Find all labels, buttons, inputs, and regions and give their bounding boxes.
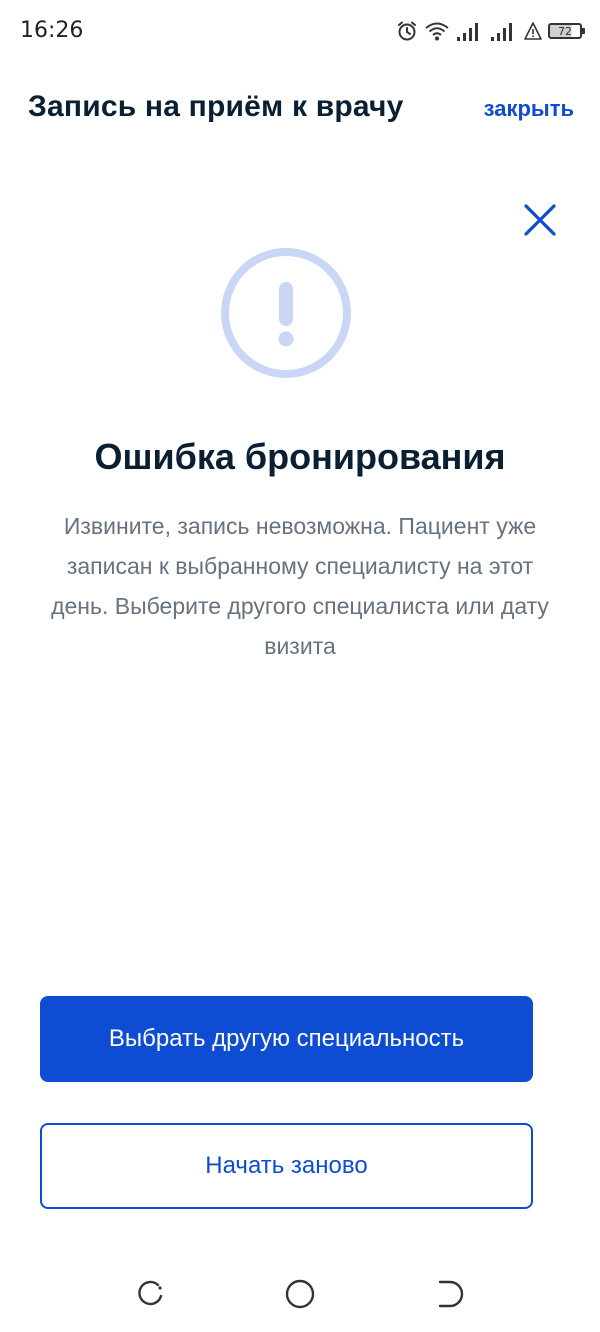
close-link[interactable]: закрыть	[484, 96, 574, 122]
battery-level: 72	[558, 24, 572, 38]
alarm-icon	[398, 21, 416, 41]
battery-icon: 72	[548, 23, 585, 39]
recents-icon[interactable]	[132, 1276, 168, 1312]
signal-icon	[457, 23, 478, 41]
close-icon[interactable]	[518, 198, 562, 242]
wifi-icon	[425, 22, 449, 41]
page-title: Запись на приём к врачу	[28, 90, 404, 123]
exclamation-circle-icon	[219, 246, 353, 380]
status-bar: 16:26 72	[0, 0, 600, 62]
error-message: Извините, запись невозможна. Пациент уже…	[51, 513, 549, 659]
nav-bar	[0, 1260, 600, 1332]
header: Запись на приём к врачу закрыть	[0, 72, 600, 146]
status-time: 16:26	[20, 18, 84, 43]
home-icon[interactable]	[282, 1276, 318, 1312]
signal-icon	[491, 23, 512, 41]
error-title: Ошибка бронирования	[94, 436, 506, 477]
warning-icon	[524, 22, 542, 40]
start-over-button[interactable]: Начать заново	[40, 1123, 533, 1209]
back-icon[interactable]	[432, 1276, 468, 1312]
choose-other-specialty-button[interactable]: Выбрать другую специальность	[40, 996, 533, 1082]
status-icons: 72	[396, 18, 585, 44]
